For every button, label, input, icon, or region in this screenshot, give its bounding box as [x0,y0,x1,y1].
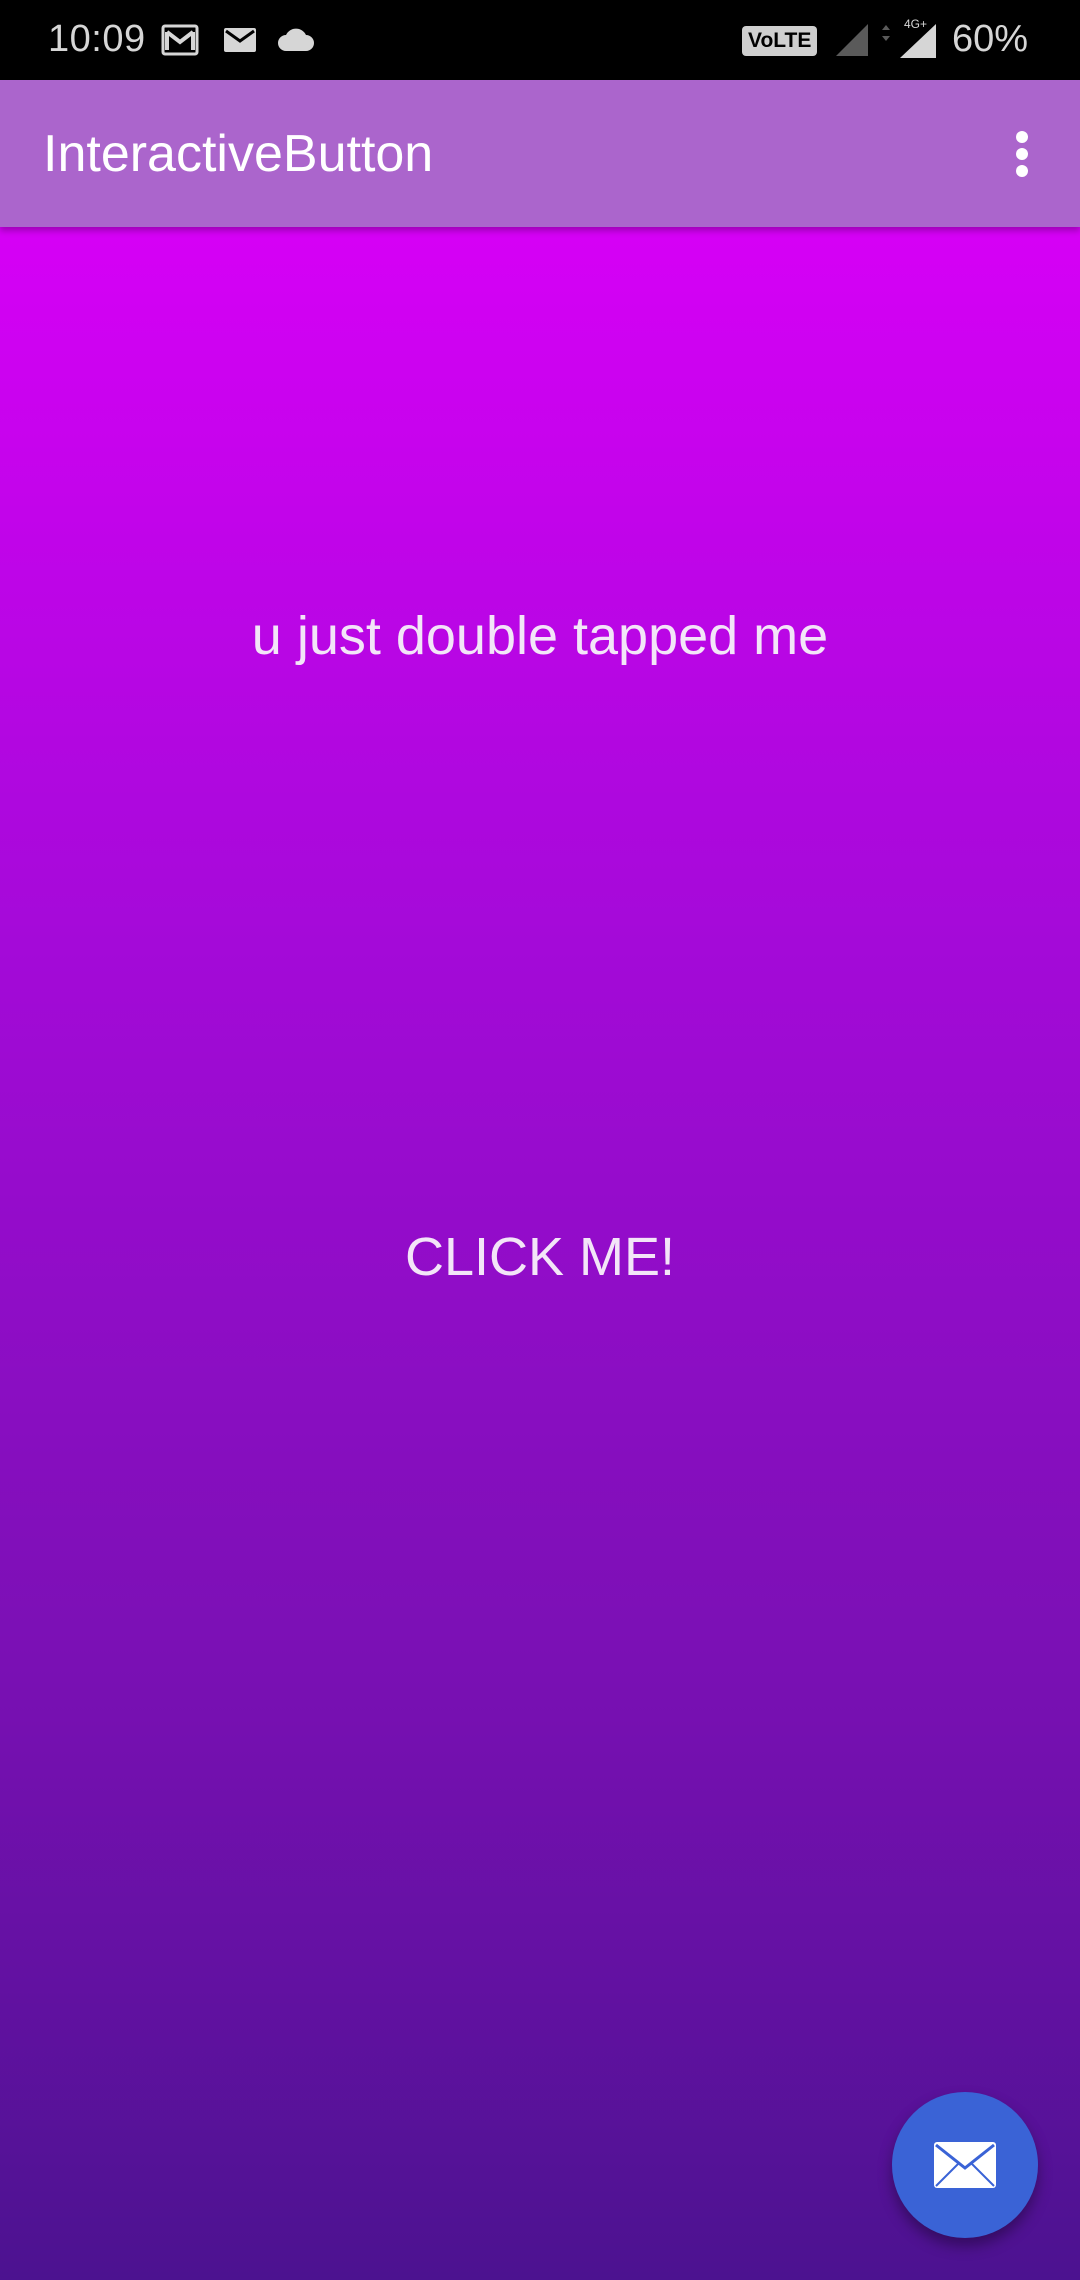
signal-icon [834,20,870,60]
volte-badge: VoLTE [742,26,818,56]
network-type-label: 4G+ [904,17,927,31]
click-me-button[interactable]: CLICK ME! [340,1202,740,1312]
more-vert-icon[interactable] [1000,120,1044,188]
gmail-icon [160,20,200,60]
signal-4g-icon: 4G+ [880,16,938,60]
app-title: InteractiveButton [43,125,434,183]
status-time: 10:09 [48,18,146,60]
mail-icon [222,20,258,60]
screen: 10:09 VoLTE 4G+ 60% InteractiveButton u … [0,0,1080,2280]
envelope-icon [932,2140,998,2190]
battery-percent: 60% [952,18,1029,60]
status-message: u just double tapped me [251,606,829,666]
email-fab-button[interactable] [892,2092,1038,2238]
app-bar: InteractiveButton [0,80,1080,227]
main-content: u just double tapped me CLICK ME! [0,227,1080,2280]
status-bar: 10:09 VoLTE 4G+ 60% [0,0,1080,80]
cloud-icon [276,20,316,60]
